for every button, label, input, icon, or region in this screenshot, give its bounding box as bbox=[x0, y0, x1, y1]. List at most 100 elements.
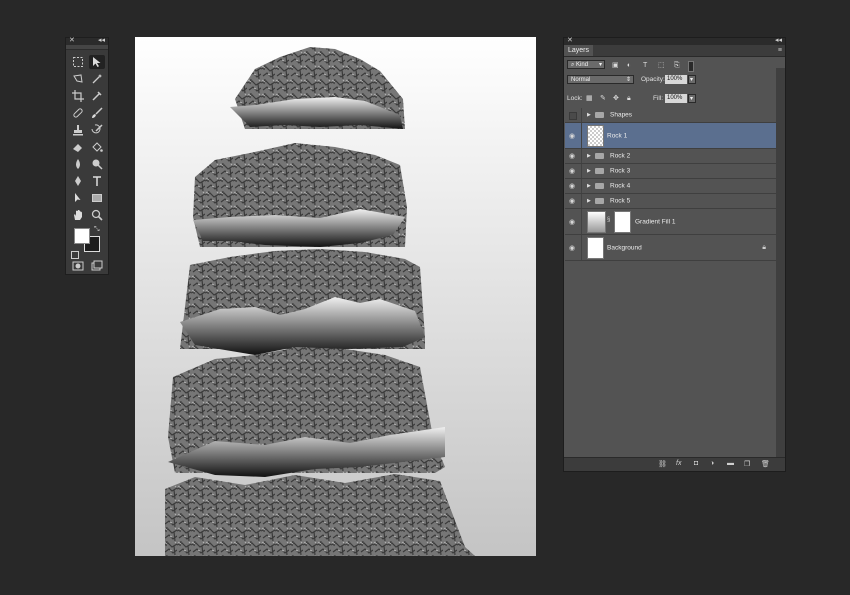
layer-thumbnail bbox=[587, 237, 604, 259]
magic-wand-tool-icon[interactable] bbox=[89, 72, 105, 86]
new-group-icon[interactable]: ▬ bbox=[727, 460, 734, 467]
opacity-label: Opacity: bbox=[641, 76, 665, 83]
hand-tool-icon[interactable] bbox=[70, 208, 86, 222]
folder-icon bbox=[595, 198, 604, 204]
chevron-down-icon: ▾ bbox=[598, 62, 602, 68]
fx-icon[interactable]: fx bbox=[676, 460, 681, 467]
folder-icon bbox=[595, 153, 604, 159]
zoom-tool-icon[interactable] bbox=[89, 208, 105, 222]
layer-row-gradient-fill[interactable]: ◉ § Gradient Fill 1 bbox=[565, 209, 776, 235]
tools-title-bar[interactable]: ✕ ◂◂ bbox=[66, 36, 108, 45]
eye-icon[interactable]: ◉ bbox=[569, 152, 575, 160]
blend-mode-dropdown[interactable]: Normal ⇕ bbox=[567, 75, 634, 84]
paint-bucket-tool-icon[interactable] bbox=[89, 140, 105, 154]
layers-title-bar[interactable]: ✕ ◂◂ bbox=[564, 36, 785, 45]
chevron-updown-icon: ⇕ bbox=[625, 77, 631, 83]
eye-icon[interactable]: ◉ bbox=[569, 218, 575, 226]
collapse-icon[interactable]: ◂◂ bbox=[775, 36, 782, 44]
shape-filter-icon[interactable]: ⬚ bbox=[658, 61, 665, 70]
filter-toggle[interactable] bbox=[688, 61, 694, 72]
layer-row-rock-2[interactable]: ◉ ▶ Rock 2 bbox=[565, 149, 776, 164]
eraser-tool-icon[interactable] bbox=[70, 140, 86, 154]
opacity-field[interactable]: 100% bbox=[665, 75, 687, 84]
fill-field[interactable]: 100% bbox=[665, 94, 687, 103]
document-canvas[interactable] bbox=[135, 37, 536, 556]
lock-transparency-icon[interactable]: ▦ bbox=[586, 94, 593, 103]
new-layer-icon[interactable]: ❐ bbox=[744, 460, 750, 468]
swap-colors-icon[interactable]: ⤡ bbox=[94, 226, 100, 234]
rock-3 bbox=[180, 249, 425, 355]
gradient-thumbnail bbox=[587, 211, 606, 233]
lock-position-icon[interactable]: ✥ bbox=[613, 94, 619, 103]
collapse-icon[interactable]: ◂◂ bbox=[98, 36, 105, 44]
layer-row-rock-3[interactable]: ◉ ▶ Rock 3 bbox=[565, 164, 776, 179]
healing-brush-tool-icon[interactable] bbox=[70, 106, 86, 120]
folder-icon bbox=[595, 168, 604, 174]
smart-object-filter-icon[interactable]: ⎘ bbox=[674, 61, 680, 70]
adjustment-layer-icon[interactable]: ◑ bbox=[710, 460, 714, 467]
screen-mode-icon[interactable] bbox=[89, 259, 105, 273]
marquee-tool-icon[interactable] bbox=[70, 55, 86, 69]
eye-icon[interactable]: ◉ bbox=[569, 167, 575, 175]
foreground-color-swatch[interactable] bbox=[74, 228, 90, 244]
blur-tool-icon[interactable] bbox=[70, 157, 86, 171]
layers-scrollbar[interactable] bbox=[776, 68, 785, 457]
expand-arrow-icon[interactable]: ▶ bbox=[587, 153, 591, 159]
eye-icon[interactable]: ◉ bbox=[569, 182, 575, 190]
layer-name: Rock 3 bbox=[610, 167, 631, 175]
add-mask-icon[interactable]: ◘ bbox=[694, 460, 698, 467]
tools-grip[interactable] bbox=[66, 45, 108, 50]
layer-row-shapes[interactable]: ▶ Shapes bbox=[565, 108, 776, 123]
link-icon[interactable]: § bbox=[607, 217, 610, 223]
eyedropper-tool-icon[interactable] bbox=[89, 89, 105, 103]
rectangle-tool-icon[interactable] bbox=[89, 191, 105, 205]
lock-icon: 🔒︎ bbox=[762, 243, 766, 251]
clone-stamp-tool-icon[interactable] bbox=[70, 123, 86, 137]
eye-icon[interactable]: ◉ bbox=[569, 244, 575, 252]
lock-row: Lock: ▦ ✎ ✥ 🔒︎ Fill: 100% ▾ bbox=[564, 93, 785, 105]
layer-name: Rock 5 bbox=[610, 197, 631, 205]
rock-base bbox=[165, 474, 475, 556]
layers-tab-bar: Layers ≡ bbox=[564, 45, 785, 57]
type-tool-icon[interactable] bbox=[89, 174, 105, 188]
layer-row-rock-5[interactable]: ◉ ▶ Rock 5 bbox=[565, 194, 776, 209]
expand-arrow-icon[interactable]: ▶ bbox=[587, 198, 591, 204]
layer-row-rock-4[interactable]: ◉ ▶ Rock 4 bbox=[565, 179, 776, 194]
default-colors-icon[interactable] bbox=[71, 251, 79, 259]
link-layers-icon[interactable]: ⛓ bbox=[658, 460, 667, 468]
pixel-filter-icon[interactable]: ▣ bbox=[612, 61, 619, 70]
eye-icon[interactable]: ◉ bbox=[569, 197, 575, 205]
filter-kind-dropdown[interactable]: ⌕ Kind ▾ bbox=[567, 60, 605, 69]
dodge-tool-icon[interactable] bbox=[89, 157, 105, 171]
close-icon[interactable]: ✕ bbox=[69, 36, 75, 44]
path-selection-tool-icon[interactable] bbox=[70, 191, 86, 205]
eye-icon[interactable]: ◉ bbox=[569, 132, 575, 140]
layer-name: Shapes bbox=[610, 111, 633, 119]
history-brush-tool-icon[interactable] bbox=[89, 123, 105, 137]
lock-image-icon[interactable]: ✎ bbox=[600, 94, 606, 103]
panel-menu-icon[interactable]: ≡ bbox=[778, 45, 782, 56]
opacity-dropdown-button[interactable]: ▾ bbox=[688, 75, 696, 84]
layer-row-rock-1[interactable]: ◉ Rock 1 bbox=[565, 123, 776, 149]
expand-arrow-icon[interactable]: ▶ bbox=[587, 168, 591, 174]
move-tool-icon[interactable] bbox=[89, 55, 105, 69]
close-icon[interactable]: ✕ bbox=[567, 36, 573, 44]
fill-dropdown-button[interactable]: ▾ bbox=[688, 94, 696, 103]
pen-tool-icon[interactable] bbox=[70, 174, 86, 188]
lasso-tool-icon[interactable] bbox=[70, 72, 86, 86]
trash-icon[interactable]: 🗑︎ bbox=[761, 460, 770, 468]
lock-all-icon[interactable]: 🔒︎ bbox=[627, 94, 631, 103]
adjustment-filter-icon[interactable]: ◐ bbox=[627, 61, 631, 70]
expand-arrow-icon[interactable]: ▶ bbox=[587, 112, 591, 118]
tools-panel: ✕ ◂◂ ⤡ bbox=[65, 37, 109, 275]
visibility-off-box[interactable] bbox=[569, 112, 577, 120]
rock-1 bbox=[230, 47, 405, 129]
brush-tool-icon[interactable] bbox=[89, 106, 105, 120]
quick-mask-icon[interactable] bbox=[70, 259, 86, 273]
layer-row-background[interactable]: ◉ Background 🔒︎ bbox=[565, 235, 776, 261]
crop-tool-icon[interactable] bbox=[70, 89, 86, 103]
search-icon: ⌕ bbox=[571, 62, 575, 68]
expand-arrow-icon[interactable]: ▶ bbox=[587, 183, 591, 189]
tab-layers[interactable]: Layers bbox=[564, 45, 594, 56]
type-filter-icon[interactable]: T bbox=[643, 61, 647, 70]
